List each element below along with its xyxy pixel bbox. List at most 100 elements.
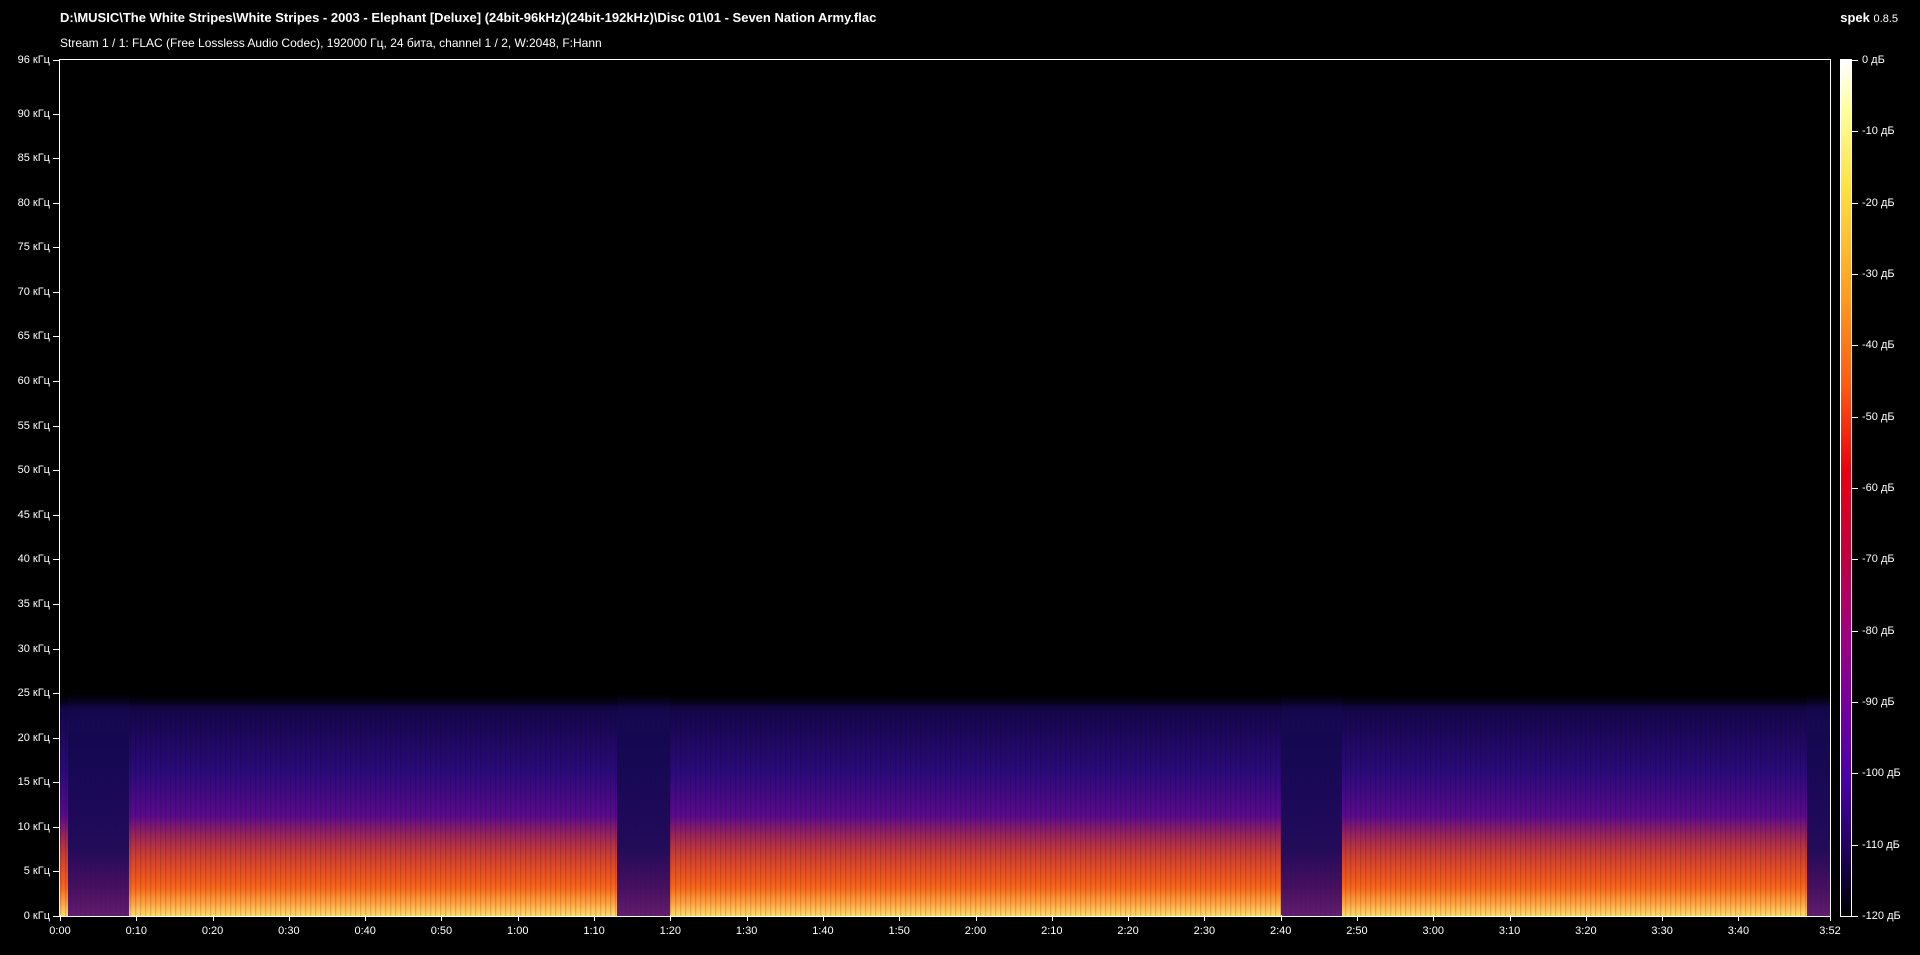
time-tick-label: 2:00: [964, 925, 987, 937]
time-tick-mark: [1204, 915, 1206, 921]
quiet-section: [1280, 693, 1342, 916]
frequency-tick-mark: [53, 60, 59, 61]
app-name: spek: [1840, 10, 1870, 25]
time-tick-mark: [1280, 915, 1282, 921]
db-tick-label: -10 дБ: [1862, 125, 1895, 138]
frequency-tick-mark: [53, 737, 59, 739]
frequency-tick-mark: [53, 247, 59, 249]
db-tick-label: -30 дБ: [1862, 268, 1895, 280]
frequency-tick-mark: [53, 782, 59, 784]
frequency-tick-label: 60 кГц: [17, 375, 50, 387]
time-tick-mark: [1509, 915, 1511, 921]
time-tick-mark: [212, 915, 214, 921]
cutoff-fade: [60, 693, 1830, 708]
time-tick-label: 3:52: [1819, 925, 1841, 937]
spectrogram-content: [60, 693, 1830, 916]
time-tick-label: 1:00: [507, 925, 529, 937]
frequency-tick-label: 55 кГц: [17, 419, 50, 432]
time-tick-mark: [136, 915, 138, 921]
db-tick-label: -120 дБ: [1862, 910, 1901, 922]
db-tick-mark: [1852, 202, 1858, 204]
spectrogram-texture: [60, 713, 1830, 916]
frequency-tick-mark: [53, 603, 59, 605]
frequency-tick-mark: [53, 470, 59, 472]
time-tick-mark: [899, 915, 901, 921]
spek-window: D:\MUSIC\The White Stripes\White Stripes…: [0, 0, 1920, 955]
frequency-tick-label: 15 кГц: [17, 776, 50, 789]
frequency-tick-mark: [53, 514, 59, 516]
time-tick-mark: [1738, 915, 1740, 921]
time-tick-label: 3:10: [1498, 925, 1521, 937]
frequency-tick-mark: [53, 916, 59, 917]
time-tick-label: 3:40: [1727, 925, 1750, 937]
time-tick-label: 1:40: [812, 925, 834, 937]
db-tick-label: -100 дБ: [1862, 767, 1901, 780]
db-tick-mark: [1852, 559, 1858, 561]
db-tick-label: -110 дБ: [1862, 838, 1900, 851]
time-tick-mark: [975, 915, 977, 921]
time-tick-label: 1:30: [735, 925, 758, 937]
frequency-tick-mark: [53, 871, 59, 873]
db-colorbar: [1840, 59, 1852, 917]
time-tick-label: 2:20: [1117, 925, 1139, 937]
frequency-tick-mark: [53, 336, 59, 338]
frequency-tick-label: 80 кГц: [17, 196, 50, 209]
quiet-section: [616, 693, 671, 916]
frequency-tick-label: 5 кГц: [23, 865, 50, 878]
time-tick-mark: [1128, 915, 1130, 921]
time-tick-label: 2:10: [1041, 925, 1063, 937]
db-tick-mark: [1852, 916, 1858, 917]
frequency-tick-label: 65 кГц: [17, 330, 50, 343]
db-tick-mark: [1852, 60, 1858, 61]
frequency-tick-mark: [53, 826, 59, 828]
db-tick-mark: [1852, 702, 1858, 703]
stream-info: Stream 1 / 1: FLAC (Free Lossless Audio …: [60, 36, 602, 50]
time-tick-label: 2:40: [1269, 925, 1292, 937]
time-tick-label: 0:30: [278, 925, 300, 937]
time-tick-mark: [670, 915, 672, 921]
time-tick-label: 1:20: [659, 925, 682, 937]
quiet-section: [1807, 693, 1830, 916]
spectrogram-plot[interactable]: [59, 59, 1831, 917]
time-tick-label: 1:50: [888, 925, 910, 937]
time-tick-label: 2:30: [1193, 925, 1216, 937]
db-tick-mark: [1852, 488, 1858, 489]
frequency-tick-label: 30 кГц: [17, 642, 50, 655]
file-path-title: D:\MUSIC\The White Stripes\White Stripes…: [60, 10, 877, 25]
time-tick-label: 3:30: [1651, 925, 1673, 937]
frequency-tick-label: 10 кГц: [17, 820, 50, 833]
frequency-tick-label: 45 кГц: [17, 508, 50, 521]
time-tick-label: 0:40: [354, 925, 376, 937]
time-tick-mark: [1051, 915, 1053, 921]
db-tick-label: -70 дБ: [1862, 553, 1895, 566]
time-tick-mark: [517, 915, 519, 921]
frequency-tick-mark: [53, 113, 59, 115]
time-tick-label: 0:10: [125, 925, 147, 937]
time-tick-mark: [1585, 915, 1587, 921]
time-tick-label: 3:00: [1422, 925, 1444, 937]
db-tick-mark: [1852, 630, 1858, 632]
time-tick-mark: [1356, 915, 1358, 921]
time-tick-mark: [822, 915, 824, 921]
db-tick-mark: [1852, 274, 1858, 275]
frequency-tick-mark: [53, 693, 59, 695]
db-tick-mark: [1852, 416, 1858, 418]
db-tick-label: -50 дБ: [1862, 410, 1895, 423]
app-version: 0.8.5: [1873, 13, 1898, 25]
db-tick-mark: [1852, 131, 1858, 133]
db-tick-label: 0 дБ: [1862, 54, 1885, 66]
frequency-tick-label: 35 кГц: [17, 597, 50, 610]
frequency-tick-label: 70 кГц: [17, 285, 50, 298]
db-tick-mark: [1852, 844, 1858, 846]
frequency-tick-mark: [53, 202, 59, 204]
time-tick-mark: [60, 915, 61, 921]
frequency-tick-label: 20 кГц: [17, 731, 50, 744]
db-tick-label: -20 дБ: [1862, 196, 1895, 209]
db-tick-label: -90 дБ: [1862, 696, 1895, 708]
quiet-section: [67, 693, 129, 916]
time-tick-mark: [1433, 915, 1435, 921]
time-tick-mark: [594, 915, 596, 921]
frequency-tick-label: 40 кГц: [17, 553, 50, 566]
time-tick-mark: [441, 915, 443, 921]
db-tick-label: -80 дБ: [1862, 624, 1895, 637]
